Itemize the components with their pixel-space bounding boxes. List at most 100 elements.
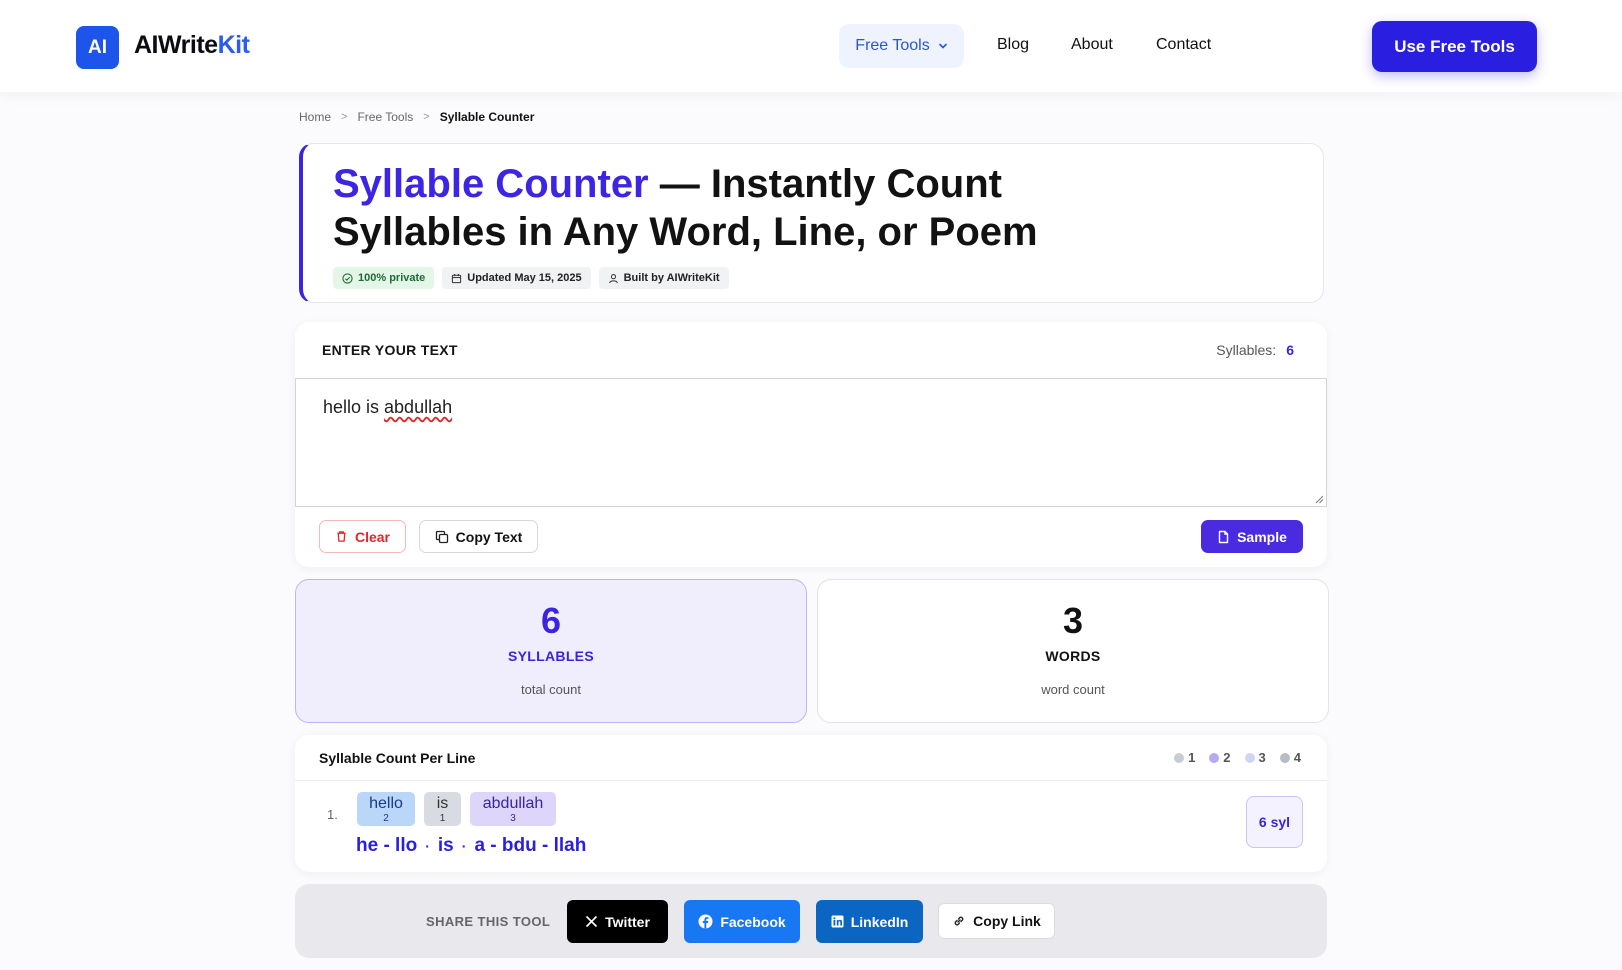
- copy-text-button-label: Copy Text: [455, 528, 523, 545]
- breadcrumb-home[interactable]: Home: [299, 110, 331, 124]
- nav-free-tools[interactable]: Free Tools: [839, 24, 964, 68]
- file-icon: [1217, 530, 1230, 544]
- words-stat-card: 3 WORDS word count: [817, 579, 1329, 723]
- share-facebook-button[interactable]: Facebook: [684, 900, 800, 943]
- user-icon: [608, 273, 619, 284]
- nav-free-tools-label: Free Tools: [855, 37, 930, 54]
- word-chip-count: 1: [439, 813, 446, 824]
- check-circle-icon: [342, 272, 353, 284]
- hero-card: Syllable Counter — Instantly Count Sylla…: [299, 143, 1324, 303]
- words-stat-label: WORDS: [1045, 648, 1101, 664]
- text-input-misspelled-word: abdullah: [384, 397, 453, 417]
- word-chip-count: 3: [510, 813, 516, 824]
- nav-blog[interactable]: Blog: [997, 36, 1029, 54]
- private-badge: 100% private: [333, 267, 435, 289]
- syllables-stat-label: SYLLABLES: [508, 648, 594, 664]
- legend-dot-4: [1279, 752, 1290, 763]
- per-line-card: Syllable Count Per Line 1 2 3 4 1. hello…: [295, 735, 1327, 872]
- brand-name-part1: AIWrite: [134, 31, 218, 59]
- page-title: Syllable Counter — Instantly Count Sylla…: [333, 160, 1053, 256]
- hero-badges: 100% private Updated May 15, 2025 Built …: [333, 267, 729, 289]
- syllable-split: he - llo · is · a - bdu - llah: [356, 835, 586, 857]
- built-by-badge: Built by AIWriteKit: [598, 267, 729, 289]
- site-header: AI AIWriteKit Free Tools Blog About Cont…: [0, 0, 1622, 92]
- syllable-total-indicator: Syllables: 6: [1216, 342, 1294, 358]
- text-input-value: hello is abdullah: [323, 397, 452, 417]
- breadcrumb-current: Syllable Counter: [439, 110, 535, 124]
- breadcrumb-free-tools[interactable]: Free Tools: [357, 110, 413, 124]
- share-bar: SHARE THIS TOOL Twitter Facebook LinkedI…: [295, 884, 1327, 958]
- share-linkedin-label: LinkedIn: [850, 913, 909, 930]
- syllables-stat-value: 6: [540, 600, 562, 641]
- copy-icon: [435, 530, 449, 544]
- text-input[interactable]: hello is abdullah: [295, 378, 1327, 507]
- word-chip-word: hello: [369, 795, 403, 812]
- text-input-plain: hello is: [323, 397, 385, 417]
- syllables-stat-sub: total count: [521, 682, 581, 697]
- words-stat-value: 3: [1062, 600, 1084, 641]
- brand-name[interactable]: AIWriteKit: [134, 31, 250, 60]
- clear-button[interactable]: Clear: [319, 520, 406, 553]
- chevron-right-icon: >: [423, 111, 430, 123]
- clear-button-label: Clear: [354, 528, 391, 545]
- word-chip-word: abdullah: [482, 795, 544, 812]
- share-twitter-label: Twitter: [605, 913, 650, 930]
- nav-contact[interactable]: Contact: [1156, 36, 1211, 54]
- facebook-icon: [698, 914, 713, 929]
- link-icon: [952, 914, 966, 928]
- use-free-tools-button[interactable]: Use Free Tools: [1372, 21, 1537, 72]
- brand-name-part2: Kit: [217, 31, 250, 59]
- word-chip: is 1: [424, 792, 461, 826]
- legend-label-3: 3: [1258, 750, 1266, 765]
- trash-icon: [335, 530, 348, 543]
- copy-link-label: Copy Link: [973, 913, 1041, 929]
- copy-text-button[interactable]: Copy Text: [419, 520, 538, 553]
- share-label: SHARE THIS TOOL: [426, 914, 551, 929]
- line-syllable-total: 6 syl: [1246, 796, 1303, 848]
- divider: [295, 780, 1327, 781]
- legend-dot-3: [1244, 752, 1255, 763]
- calendar-icon: [451, 273, 462, 284]
- copy-link-button[interactable]: Copy Link: [938, 903, 1055, 939]
- nav-about[interactable]: About: [1071, 36, 1113, 54]
- word-chip-word: is: [436, 795, 449, 812]
- updated-badge: Updated May 15, 2025: [442, 267, 591, 289]
- chevron-right-icon: >: [341, 111, 348, 123]
- syllables-value: 6: [1286, 342, 1294, 358]
- legend-item-2: 2: [1209, 750, 1231, 765]
- split-word: is: [437, 835, 454, 856]
- split-separator: ·: [425, 838, 430, 854]
- per-line-title: Syllable Count Per Line: [319, 750, 476, 766]
- legend-label-4: 4: [1293, 750, 1301, 765]
- legend-dot-1: [1174, 752, 1185, 763]
- updated-badge-label: Updated May 15, 2025: [467, 272, 582, 284]
- legend-item-1: 1: [1174, 750, 1195, 765]
- breadcrumb: Home > Free Tools > Syllable Counter: [299, 110, 534, 124]
- page-title-accent: Syllable Counter: [333, 162, 649, 206]
- syllables-stat-card: 6 SYLLABLES total count: [295, 579, 807, 723]
- line-number: 1.: [327, 807, 338, 822]
- linkedin-icon: [831, 915, 844, 928]
- chevron-down-icon: [938, 41, 948, 51]
- legend-item-4: 4: [1279, 750, 1301, 765]
- x-logo-icon: [585, 915, 598, 928]
- legend-label-1: 1: [1188, 750, 1196, 765]
- split-word: he - llo: [356, 835, 418, 856]
- word-chip: abdullah 3: [470, 792, 556, 826]
- sample-button[interactable]: Sample: [1201, 520, 1303, 553]
- share-twitter-button[interactable]: Twitter: [567, 900, 668, 943]
- split-separator: ·: [461, 838, 467, 854]
- share-linkedin-button[interactable]: LinkedIn: [816, 900, 923, 943]
- legend-label-2: 2: [1223, 750, 1231, 765]
- split-word: a - bdu - llah: [474, 835, 587, 856]
- share-facebook-label: Facebook: [720, 913, 786, 930]
- syllable-legend: 1 2 3 4: [1174, 750, 1301, 765]
- word-chip-count: 2: [383, 813, 389, 824]
- resize-handle-icon[interactable]: [1314, 494, 1324, 504]
- words-stat-sub: word count: [1041, 682, 1105, 697]
- sample-button-label: Sample: [1237, 528, 1287, 545]
- logo-mark[interactable]: AI: [76, 26, 119, 69]
- word-chip: hello 2: [357, 792, 415, 826]
- built-by-badge-label: Built by AIWriteKit: [623, 272, 720, 284]
- input-label: ENTER YOUR TEXT: [322, 342, 458, 358]
